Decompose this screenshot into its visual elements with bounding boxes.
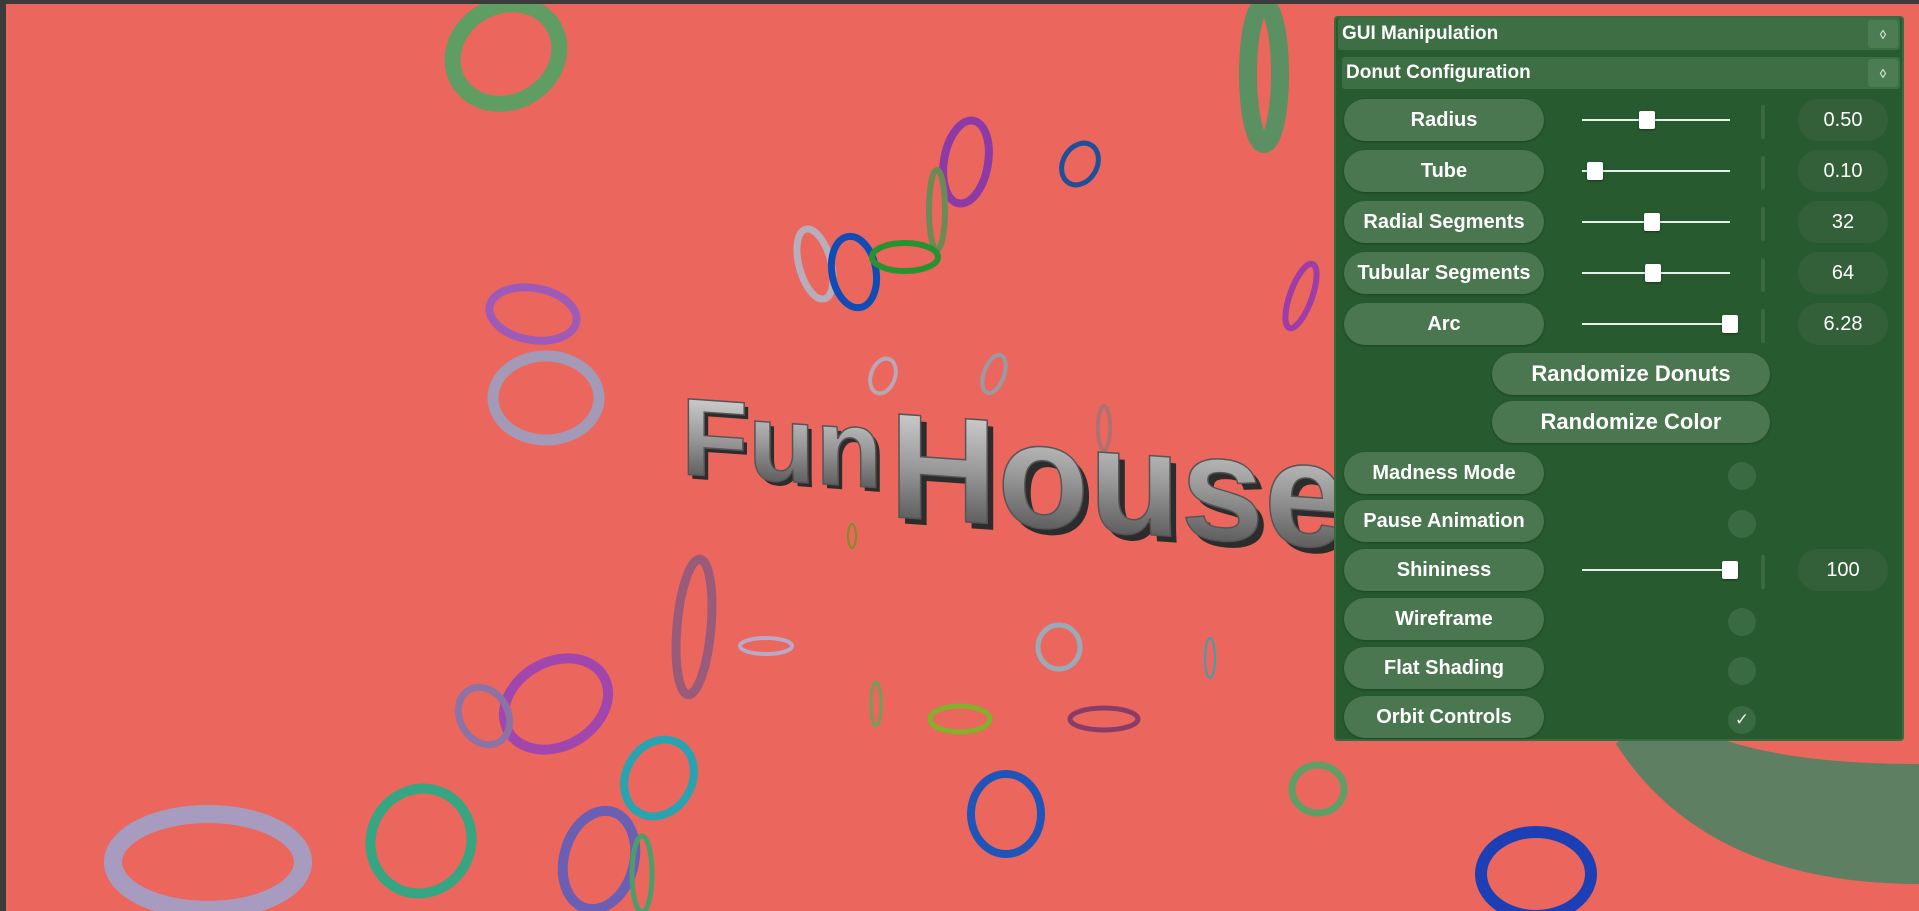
slider-handle[interactable] — [1722, 315, 1738, 333]
title-fun-front: Fun — [681, 375, 883, 512]
toggle-row: Madness Mode — [1344, 452, 1896, 494]
control-label[interactable]: Flat Shading — [1344, 647, 1544, 689]
donut-shape — [827, 232, 881, 312]
title-house-front: House — [889, 381, 1347, 581]
folder-title: Donut Configuration — [1346, 62, 1531, 83]
donut-shape — [926, 167, 948, 253]
donut-shape — [485, 283, 581, 345]
slider-track[interactable] — [1582, 569, 1730, 571]
control-label[interactable]: Pause Animation — [1344, 500, 1544, 542]
control-label[interactable]: Tubular Segments — [1344, 252, 1544, 294]
gui-title: GUI Manipulation — [1342, 23, 1499, 44]
donut-shape — [104, 805, 312, 911]
slider-handle[interactable] — [1639, 111, 1656, 129]
slider-row: Tube 0.10 — [1344, 150, 1896, 192]
donut-shape — [1288, 761, 1348, 817]
slider-track[interactable] — [1582, 323, 1730, 325]
control-label[interactable]: Madness Mode — [1344, 452, 1544, 494]
slider-handle[interactable] — [1643, 213, 1660, 231]
randomize-donuts-button[interactable]: Randomize Donuts — [1492, 353, 1770, 395]
folder-bar[interactable]: Donut Configuration ◊ — [1342, 57, 1900, 89]
donut-shape — [1282, 260, 1320, 332]
donut-shape — [847, 523, 857, 549]
divider — [1761, 207, 1765, 241]
donut-shape — [869, 240, 941, 274]
number-input[interactable]: 100 — [1798, 549, 1888, 591]
slider-row: Arc 6.28 — [1344, 303, 1896, 345]
divider — [1761, 555, 1765, 589]
divider — [1761, 258, 1765, 292]
number-input[interactable]: 0.10 — [1798, 150, 1888, 192]
number-input[interactable]: 6.28 — [1798, 303, 1888, 345]
toggle-row: Flat Shading — [1344, 647, 1896, 689]
donut-shape — [1059, 140, 1101, 188]
slider-track[interactable] — [1582, 119, 1730, 121]
divider — [1761, 156, 1765, 190]
donut-shape — [1035, 622, 1083, 672]
donut-shape — [444, 4, 568, 112]
donut-shape — [1475, 826, 1597, 911]
checkbox[interactable] — [1728, 510, 1756, 538]
divider — [1761, 105, 1765, 139]
slider-row: Radius 0.50 — [1344, 99, 1896, 141]
slider-handle[interactable] — [1587, 162, 1604, 180]
slider-row: Radial Segments 32 — [1344, 201, 1896, 243]
divider — [1761, 309, 1765, 343]
randomize-color-button[interactable]: Randomize Color — [1492, 401, 1770, 443]
checkbox[interactable] — [1728, 657, 1756, 685]
donut-shape — [869, 680, 883, 728]
donut-shape — [1067, 705, 1141, 733]
control-label[interactable]: Arc — [1344, 303, 1544, 345]
number-input[interactable]: 64 — [1798, 252, 1888, 294]
toggle-row: Orbit Controls ✓ — [1344, 696, 1896, 738]
slider-track[interactable] — [1582, 170, 1730, 172]
toggle-row: Wireframe — [1344, 598, 1896, 640]
gui-title-bar[interactable]: GUI Manipulation ◊ — [1338, 18, 1900, 50]
checkbox[interactable]: ✓ — [1728, 706, 1756, 734]
donut-shape — [738, 636, 794, 656]
slider-handle[interactable] — [1722, 561, 1738, 579]
control-label[interactable]: Radius — [1344, 99, 1544, 141]
slider-row: Shininess 100 — [1344, 549, 1896, 591]
control-label[interactable]: Shininess — [1344, 549, 1544, 591]
collapse-icon[interactable]: ◊ — [1868, 20, 1898, 48]
control-label[interactable]: Wireframe — [1344, 598, 1544, 640]
donut-shape — [1239, 4, 1289, 153]
donut-shape — [1204, 637, 1216, 679]
number-input[interactable]: 0.50 — [1798, 99, 1888, 141]
donut-shape — [927, 703, 993, 735]
number-input[interactable]: 32 — [1798, 201, 1888, 243]
donut-shape — [967, 770, 1045, 858]
slider-handle[interactable] — [1645, 264, 1662, 282]
slider-row: Tubular Segments 64 — [1344, 252, 1896, 294]
donut-shape — [487, 350, 605, 446]
control-label[interactable]: Orbit Controls — [1344, 696, 1544, 738]
donut-shape — [671, 554, 717, 700]
control-label[interactable]: Radial Segments — [1344, 201, 1544, 243]
collapse-icon[interactable]: ◊ — [1868, 59, 1898, 87]
checkbox[interactable] — [1728, 608, 1756, 636]
donut-shape — [365, 783, 477, 899]
checkbox[interactable] — [1728, 462, 1756, 490]
fun-house-text: Fun Fun House House — [680, 374, 1353, 587]
control-label[interactable]: Tube — [1344, 150, 1544, 192]
toggle-row: Pause Animation — [1344, 500, 1896, 542]
